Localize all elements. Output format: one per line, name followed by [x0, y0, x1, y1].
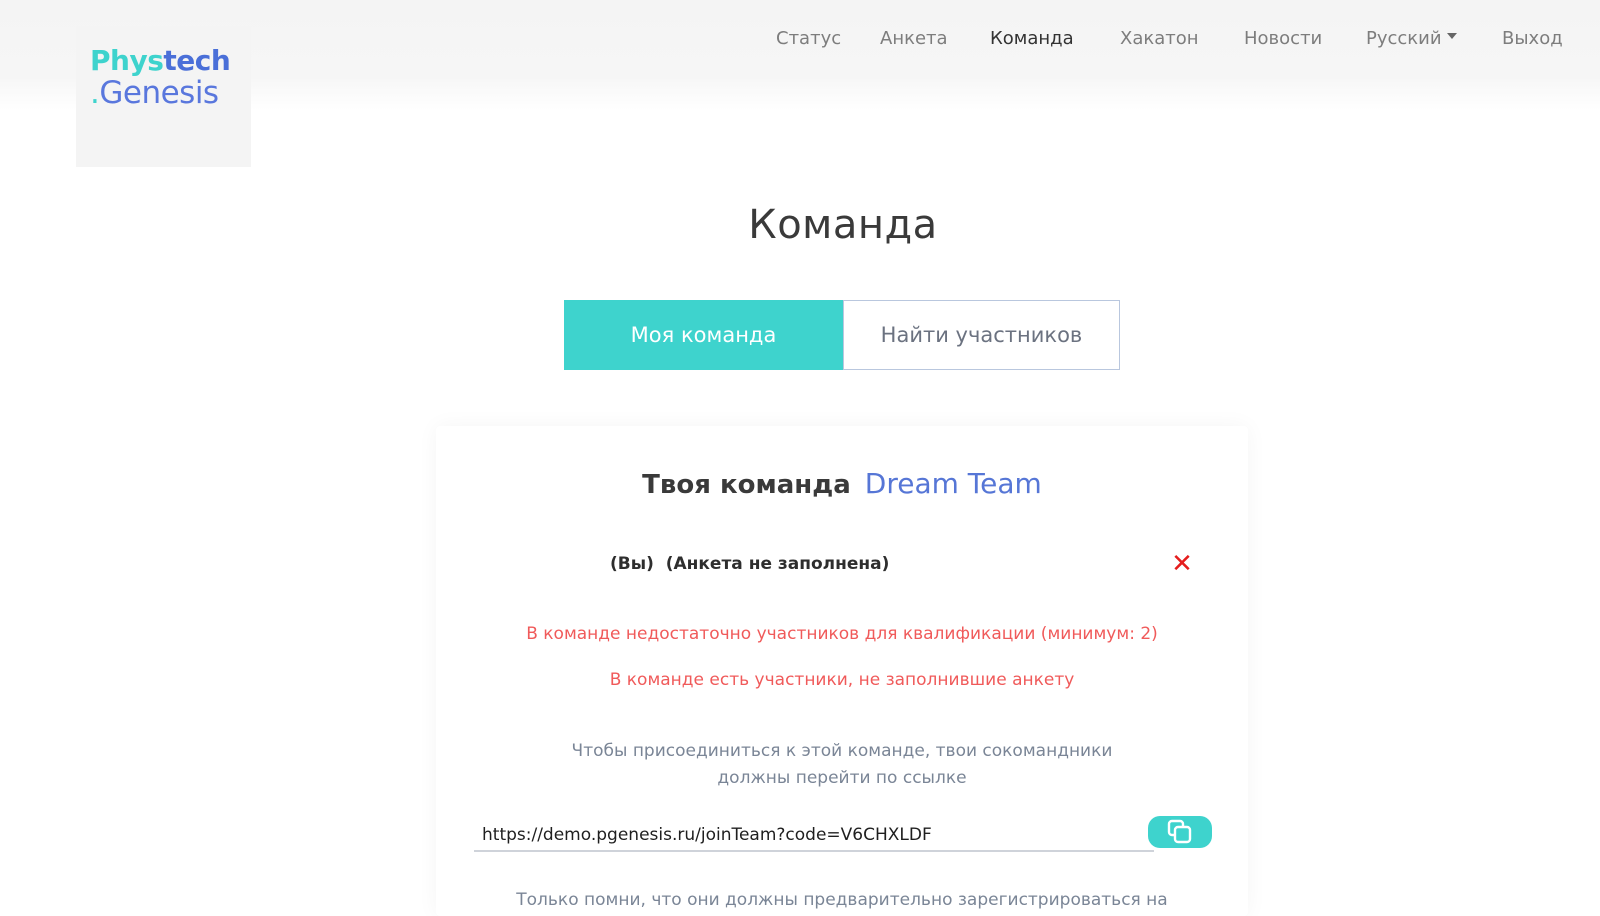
logo-phys: Phys — [90, 44, 164, 77]
logo-genesis: Genesis — [99, 75, 219, 111]
member-you-label: (Вы) — [610, 554, 654, 574]
copy-link-button[interactable] — [1148, 816, 1212, 848]
team-card: Твоя команда Dream Team (Вы) (Анкета не з… — [436, 426, 1248, 916]
logo-line2: .Genesis — [90, 76, 219, 110]
join-hint-line1: Чтобы присоединиться к этой команде, тво… — [571, 741, 1113, 761]
logo-tech: tech — [163, 44, 231, 77]
top-header: Phystech .Genesis Статус Анкета Команда … — [0, 0, 1600, 167]
tab-find-members[interactable]: Найти участников — [843, 300, 1120, 370]
logo-line1: Phystech — [90, 44, 231, 77]
warning-min-members: В команде недостаточно участников для кв… — [526, 624, 1158, 644]
language-dropdown[interactable]: Русский — [1366, 26, 1457, 52]
member-row: (Вы) (Анкета не заполнена) — [610, 552, 889, 576]
nav-item-logout[interactable]: Выход — [1502, 26, 1563, 52]
team-heading: Твоя команда Dream Team — [436, 464, 1248, 505]
logo[interactable]: Phystech .Genesis — [76, 26, 251, 167]
nav-item-hackathon[interactable]: Хакатон — [1120, 26, 1199, 52]
join-link-row — [474, 816, 1212, 854]
language-label: Русский — [1366, 28, 1442, 49]
join-link-input[interactable] — [474, 820, 1154, 852]
member-status: (Анкета не заполнена) — [665, 554, 890, 574]
team-tabs: Моя команда Найти участников — [564, 300, 1120, 370]
page-title: Команда — [748, 202, 938, 248]
chevron-down-icon — [1446, 33, 1457, 39]
registration-note: Только помни, что они должны предварител… — [516, 890, 1168, 910]
team-heading-prefix: Твоя команда — [642, 470, 851, 500]
logo-dot: . — [90, 75, 100, 111]
nav-item-news[interactable]: Новости — [1244, 26, 1322, 52]
tab-my-team[interactable]: Моя команда — [564, 300, 843, 370]
close-icon[interactable]: ✕ — [1170, 551, 1194, 577]
join-hint: Чтобы присоединиться к этой команде, тво… — [436, 738, 1248, 792]
team-name: Dream Team — [864, 467, 1042, 500]
nav-item-profile[interactable]: Анкета — [880, 26, 948, 52]
nav-item-status[interactable]: Статус — [776, 26, 841, 52]
copy-icon — [1167, 819, 1192, 844]
warning-incomplete-profiles: В команде есть участники, не заполнившие… — [609, 670, 1075, 690]
join-hint-line2: должны перейти по ссылке — [717, 768, 967, 788]
nav-item-team[interactable]: Команда — [990, 26, 1074, 52]
